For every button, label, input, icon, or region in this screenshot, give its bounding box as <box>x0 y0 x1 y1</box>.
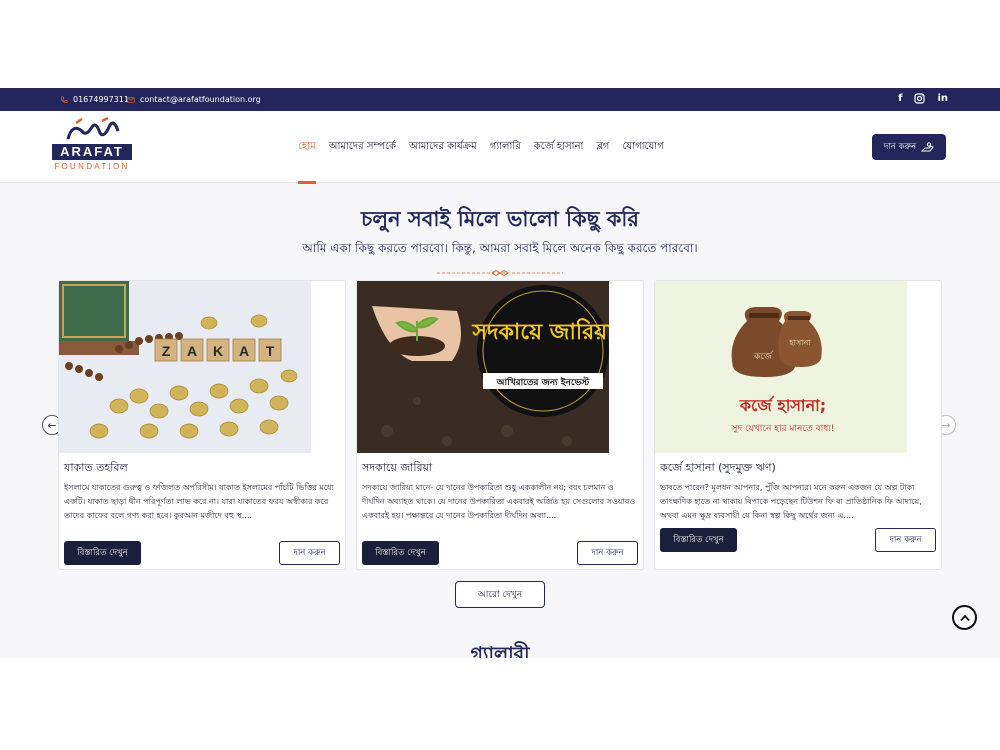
zakat-letter: Z <box>162 343 171 359</box>
nav-gallery[interactable]: গ্যালারি <box>490 139 521 156</box>
card-zakat: Z A K A T যাকাত তহবিল ইসলামে যাকাতের গুর… <box>58 280 346 570</box>
card-image-zakat: Z A K A T <box>59 281 311 453</box>
logo[interactable]: ARAFAT FOUNDATION <box>52 117 134 179</box>
arrow-left-icon: ← <box>47 418 57 432</box>
card-image-qard: কর্জে হাসানা কর্জে হাসানা; সুদ যেখানে হা… <box>655 281 907 453</box>
nav-blog[interactable]: ব্লগ <box>596 139 609 156</box>
zakat-letter: T <box>266 343 275 359</box>
donate-hand-icon <box>921 141 934 151</box>
zakat-letter: A <box>239 343 249 359</box>
sadaqah-image-title: সদকায়ে জারিয়া <box>471 318 609 345</box>
donate-button[interactable]: দান করুন <box>577 541 638 565</box>
card-title[interactable]: যাকাত তহবিল <box>64 459 128 478</box>
email-address: contact@arafatfoundation.org <box>140 95 261 104</box>
donate-button[interactable]: দান করুন <box>875 528 936 552</box>
phone-icon <box>60 95 68 103</box>
nav-about[interactable]: আমাদের সম্পর্কে <box>329 139 396 156</box>
nav-contact[interactable]: যোগাযোগ <box>622 139 663 156</box>
phone-number: 01674997311 <box>73 95 129 104</box>
details-button[interactable]: বিস্তারিত দেখুন <box>660 528 737 552</box>
mail-icon <box>127 96 135 103</box>
linkedin-icon[interactable]: in <box>937 93 948 104</box>
arrow-right-icon: → <box>941 418 951 432</box>
bag-label: কর্জে <box>753 351 773 362</box>
logo-wordmark: ARAFAT <box>52 144 132 160</box>
browser-viewport: 01674997311 contact@arafatfoundation.org… <box>0 88 1000 658</box>
hero-title: চলুন সবাই মিলে ভালো কিছু করি <box>361 207 639 231</box>
instagram-icon[interactable] <box>914 93 926 104</box>
nav-home[interactable]: হোম <box>298 139 316 184</box>
header-donate-button[interactable]: দান করুন <box>872 134 946 160</box>
main-nav: হোম আমাদের সম্পর্কে আমাদের কার্যক্রম গ্য… <box>298 139 664 184</box>
header-donate-label: দান করুন <box>883 142 917 152</box>
card-title[interactable]: সদকায়ে জারিয়া <box>362 459 432 478</box>
program-cards: Z A K A T যাকাত তহবিল ইসলামে যাকাতের গুর… <box>58 280 942 570</box>
card-title[interactable]: কর্জে হাসানা (সুদমুক্ত ঋণ) <box>660 459 776 478</box>
card-qard-hasana: কর্জে হাসানা কর্জে হাসানা; সুদ যেখানে হা… <box>654 280 942 570</box>
ornament-divider-icon <box>437 270 563 276</box>
zakat-letter: A <box>187 343 197 359</box>
qard-image-subtitle: সুদ যেখানে হার মানতে বাধ্য! <box>731 424 835 434</box>
details-button[interactable]: বিস্তারিত দেখুন <box>362 541 439 565</box>
site-header: ARAFAT FOUNDATION হোম আমাদের সম্পর্কে আম… <box>0 111 1000 184</box>
card-description: সদকায়ে জারিয়া মানে- যে দানের উপকারিতা … <box>362 483 636 520</box>
qard-image-title: কর্জে হাসানা; <box>739 395 826 415</box>
see-more-button[interactable]: আরো দেখুন <box>455 581 545 608</box>
donate-button[interactable]: দান করুন <box>279 541 340 565</box>
logo-calligraphy-icon <box>66 117 120 140</box>
details-button[interactable]: বিস্তারিত দেখুন <box>64 541 141 565</box>
phone-contact[interactable]: 01674997311 <box>60 95 129 104</box>
card-image-sadaqah: সদকায়ে জারিয়া আখিরাতের জন্য ইনভেস্ট <box>357 281 609 453</box>
email-contact[interactable]: contact@arafatfoundation.org <box>127 95 261 104</box>
top-contact-bar: 01674997311 contact@arafatfoundation.org… <box>0 88 1000 111</box>
bag-label: হাসানা <box>788 338 811 347</box>
zakat-letter: K <box>213 343 223 359</box>
logo-subtitle: FOUNDATION <box>54 162 130 171</box>
scroll-to-top-button[interactable] <box>952 605 977 630</box>
card-description: ইসলামে যাকাতের গুরুত্ব ও ফজিলত অপরিসীম। … <box>64 483 334 520</box>
hero-subtitle: আমি একা কিছু করতে পারবো। কিন্তু, আমরা সব… <box>302 241 698 255</box>
gallery-section-title: গ্যালারী <box>470 643 530 658</box>
card-sadaqah-jariyah: সদকায়ে জারিয়া আখিরাতের জন্য ইনভেস্ট সদ… <box>356 280 644 570</box>
chevron-up-icon <box>959 614 970 621</box>
nav-qard-hasana[interactable]: কর্জে হাসানা <box>534 139 584 156</box>
facebook-icon[interactable]: f <box>898 93 902 104</box>
social-links: f in <box>898 93 948 104</box>
nav-activities[interactable]: আমাদের কার্যক্রম <box>409 139 477 156</box>
